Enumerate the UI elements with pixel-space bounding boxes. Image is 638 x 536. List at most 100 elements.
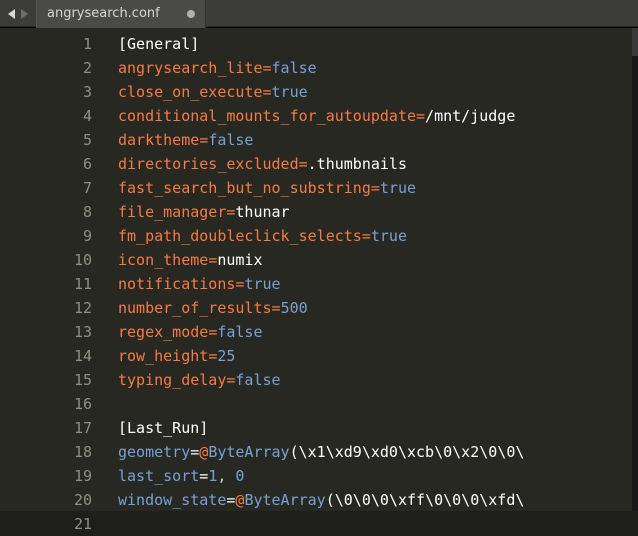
code-line <box>118 392 638 416</box>
ini-bool: true <box>244 275 280 293</box>
ini-key: file_manager <box>118 203 226 221</box>
ini-value: /mnt/judge <box>425 107 515 125</box>
vertical-scrollbar[interactable] <box>632 28 638 511</box>
code-line: darktheme=false <box>118 128 638 152</box>
paren: ( <box>326 491 335 509</box>
line-number: 21 <box>0 512 92 536</box>
ini-key: conditional_mounts_for_autoupdate <box>118 107 416 125</box>
eq: = <box>208 323 217 341</box>
eq: = <box>208 347 217 365</box>
code-line: row_height=25 <box>118 344 638 368</box>
ini-section: [Last_Run] <box>118 419 208 437</box>
tab-next-icon[interactable] <box>21 9 28 19</box>
line-number: 16 <box>0 392 92 416</box>
ini-key: notifications <box>118 275 235 293</box>
tab-nav <box>0 9 36 19</box>
line-number: 12 <box>0 296 92 320</box>
ini-bytes: \x1\xd9\xd0\xcb\0\x2\0\0\ <box>299 443 525 461</box>
line-number: 13 <box>0 320 92 344</box>
eq: = <box>416 107 425 125</box>
ini-value: thunar <box>235 203 289 221</box>
code-line: geometry=@ByteArray(\x1\xd9\xd0\xcb\0\x2… <box>118 440 638 464</box>
ini-bool: false <box>217 323 262 341</box>
editor[interactable]: 123456789101112131415161718192021 [Gener… <box>0 28 638 511</box>
tab-prev-icon[interactable] <box>8 9 15 19</box>
line-number: 2 <box>0 56 92 80</box>
eq: = <box>299 155 308 173</box>
dirty-indicator-icon <box>187 10 195 18</box>
paren: ( <box>290 443 299 461</box>
ini-bytes: \0\0\0\xff\0\0\0\xfd\ <box>335 491 525 509</box>
eq: = <box>208 251 217 269</box>
line-number: 10 <box>0 248 92 272</box>
line-number: 8 <box>0 200 92 224</box>
line-number: 19 <box>0 464 92 488</box>
code-line: conditional_mounts_for_autoupdate=/mnt/j… <box>118 104 638 128</box>
ini-bool: true <box>380 179 416 197</box>
line-number: 7 <box>0 176 92 200</box>
line-number: 1 <box>0 32 92 56</box>
ini-number: 0 <box>235 467 244 485</box>
tab-label: angrysearch.conf <box>47 2 160 26</box>
eq: = <box>272 299 281 317</box>
comma: , <box>217 467 235 485</box>
ini-number: 1 <box>208 467 217 485</box>
tab-bar: angrysearch.conf <box>0 0 638 28</box>
code-line: regex_mode=false <box>118 320 638 344</box>
line-number: 5 <box>0 128 92 152</box>
line-number: 6 <box>0 152 92 176</box>
ini-value: .thumbnails <box>308 155 407 173</box>
ini-key: number_of_results <box>118 299 272 317</box>
line-number: 3 <box>0 80 92 104</box>
code-line: fast_search_but_no_substring=true <box>118 176 638 200</box>
code-line: last_sort=1, 0 <box>118 464 638 488</box>
eq: = <box>263 59 272 77</box>
eq: = <box>371 179 380 197</box>
code-line: icon_theme=numix <box>118 248 638 272</box>
ini-key: regex_mode <box>118 323 208 341</box>
ini-bool: false <box>235 371 280 389</box>
scrollbar-thumb[interactable] <box>632 28 638 56</box>
ini-value: numix <box>217 251 262 269</box>
ini-key: row_height <box>118 347 208 365</box>
code-line: number_of_results=500 <box>118 296 638 320</box>
line-number: 20 <box>0 488 92 512</box>
ini-number: 500 <box>281 299 308 317</box>
ini-key: window_state <box>118 491 226 509</box>
ini-key: icon_theme <box>118 251 208 269</box>
line-number: 15 <box>0 368 92 392</box>
eq: = <box>362 227 371 245</box>
ini-key: fm_path_doubleclick_selects <box>118 227 362 245</box>
code-line: window_state=@ByteArray(\0\0\0\xff\0\0\0… <box>118 488 638 511</box>
line-number: 11 <box>0 272 92 296</box>
eq: = <box>263 83 272 101</box>
ini-key: geometry <box>118 443 190 461</box>
code-line: directories_excluded=.thumbnails <box>118 152 638 176</box>
ini-key: directories_excluded <box>118 155 299 173</box>
gutter: 123456789101112131415161718192021 <box>0 28 100 511</box>
eq: = <box>199 131 208 149</box>
ini-bool: false <box>208 131 253 149</box>
ini-bool: true <box>371 227 407 245</box>
code-line: file_manager=thunar <box>118 200 638 224</box>
ini-number: 25 <box>217 347 235 365</box>
code-line: [Last_Run] <box>118 416 638 440</box>
ini-bool: true <box>272 83 308 101</box>
tab-angrysearch[interactable]: angrysearch.conf <box>36 0 206 28</box>
code-area[interactable]: [General]angrysearch_lite=falseclose_on_… <box>100 28 638 511</box>
ini-key: typing_delay <box>118 371 226 389</box>
ini-fn: ByteArray <box>208 443 289 461</box>
eq: = <box>190 443 199 461</box>
ini-key: fast_search_but_no_substring <box>118 179 371 197</box>
line-number: 14 <box>0 344 92 368</box>
ini-key: last_sort <box>118 467 199 485</box>
ini-section: [General] <box>118 35 199 53</box>
line-number: 4 <box>0 104 92 128</box>
line-number: 18 <box>0 440 92 464</box>
at: @ <box>199 443 208 461</box>
ini-key: angrysearch_lite <box>118 59 263 77</box>
ini-fn: ByteArray <box>244 491 325 509</box>
code-line: typing_delay=false <box>118 368 638 392</box>
code-line: close_on_execute=true <box>118 80 638 104</box>
line-number: 17 <box>0 416 92 440</box>
